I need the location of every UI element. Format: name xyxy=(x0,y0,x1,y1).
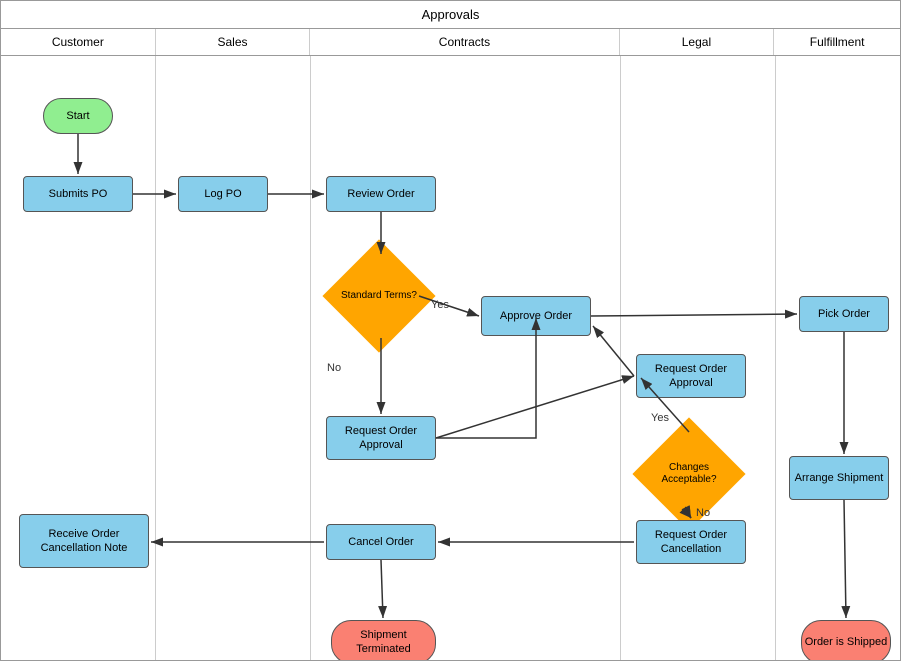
submits-po-node: Submits PO xyxy=(23,176,133,212)
yes-label-1: Yes xyxy=(431,299,449,311)
start-node: Start xyxy=(43,98,113,134)
header-customer: Customer xyxy=(1,29,156,55)
nodes-layer: Start Submits PO Log PO Review Order Sta… xyxy=(1,56,900,660)
review-order-node: Review Order xyxy=(326,176,436,212)
swimlane-headers: Customer Sales Contracts Legal Fulfillme… xyxy=(1,29,900,56)
diagram-container: Approvals Customer Sales Contracts Legal… xyxy=(0,0,901,661)
arrange-shipment-node: Arrange Shipment xyxy=(789,456,889,500)
standard-terms-node: Standard Terms? xyxy=(322,239,435,352)
order-is-shipped-node: Order is Shipped xyxy=(801,620,891,661)
request-order-approval-legal-node: Request Order Approval xyxy=(636,354,746,398)
log-po-node: Log PO xyxy=(178,176,268,212)
receive-cancellation-note-node: Receive Order Cancellation Note xyxy=(19,514,149,568)
request-order-approval-contracts-node: Request Order Approval xyxy=(326,416,436,460)
yes-label-2: Yes xyxy=(651,412,669,424)
diagram-title: Approvals xyxy=(1,1,900,29)
header-legal: Legal xyxy=(620,29,775,55)
request-order-cancellation-node: Request Order Cancellation xyxy=(636,520,746,564)
changes-acceptable-node: Changes Acceptable? xyxy=(632,417,745,530)
header-contracts: Contracts xyxy=(310,29,619,55)
cancel-order-node: Cancel Order xyxy=(326,524,436,560)
no-label-1: No xyxy=(327,362,341,374)
pick-order-node: Pick Order xyxy=(799,296,889,332)
arrows-svg: Yes No Yes xyxy=(1,56,900,660)
header-fulfillment: Fulfillment xyxy=(774,29,900,55)
swimlanes-body: Start Submits PO Log PO Review Order Sta… xyxy=(1,56,900,660)
header-sales: Sales xyxy=(156,29,311,55)
shipment-terminated-node: Shipment Terminated xyxy=(331,620,436,661)
approve-order-node: Approve Order xyxy=(481,296,591,336)
